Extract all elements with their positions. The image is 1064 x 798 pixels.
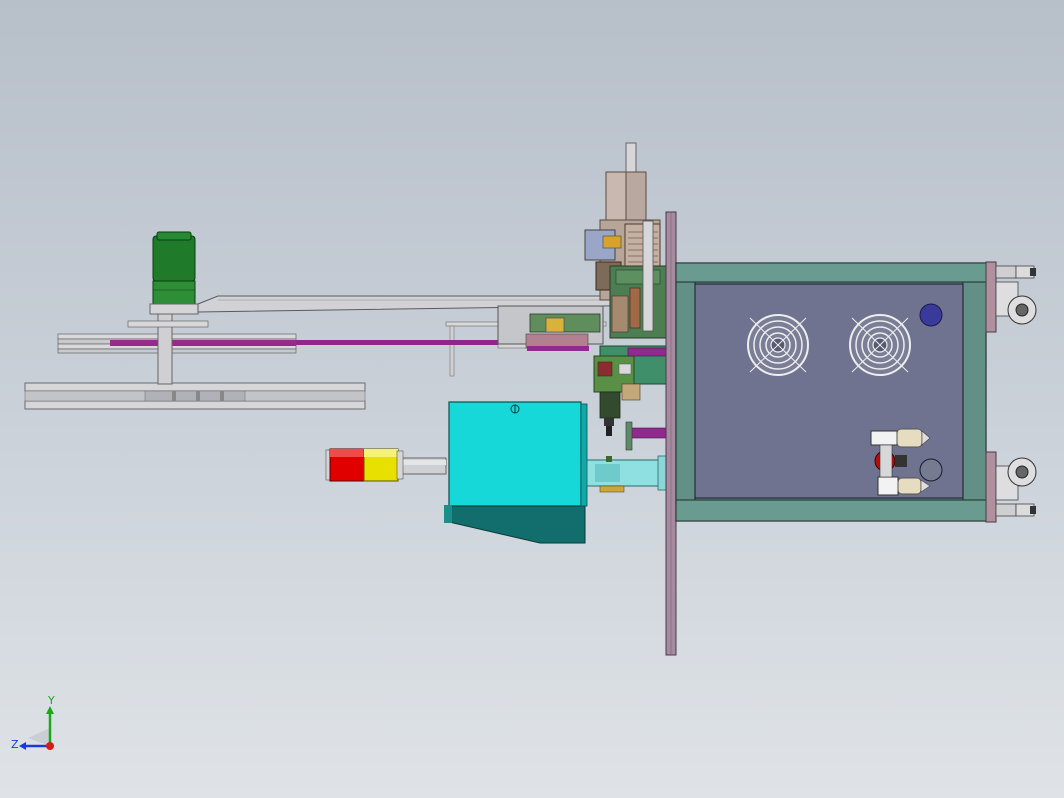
support-post bbox=[665, 211, 677, 656]
signal-tower bbox=[325, 448, 447, 482]
z-axis-label: Z bbox=[11, 738, 19, 751]
cad-viewport[interactable]: Y Z bbox=[0, 0, 1064, 798]
turntable-assembly bbox=[24, 313, 366, 410]
green-motor bbox=[149, 231, 199, 315]
fan-right bbox=[849, 314, 911, 376]
caster-top bbox=[985, 261, 1037, 333]
coordinate-triad: Y Z bbox=[11, 694, 55, 751]
fan-left bbox=[747, 314, 809, 376]
cyan-enclosure bbox=[444, 401, 669, 544]
caster-bottom bbox=[985, 451, 1037, 523]
control-cabinet bbox=[675, 262, 987, 522]
x-axis-origin bbox=[46, 742, 54, 750]
y-axis-label: Y bbox=[47, 694, 55, 707]
machine-model[interactable] bbox=[0, 0, 1064, 798]
